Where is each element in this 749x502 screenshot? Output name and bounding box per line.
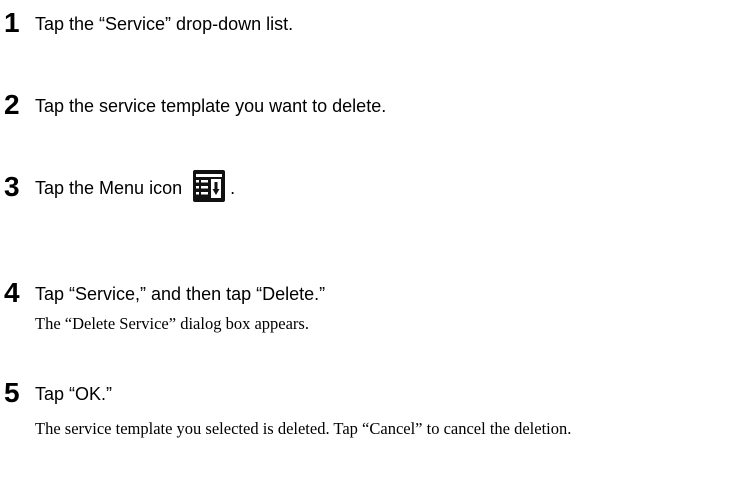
step-number: 3 bbox=[4, 171, 20, 202]
step-instruction-text: Tap the Menu icon bbox=[35, 178, 183, 198]
step-number: 1 bbox=[4, 7, 20, 38]
menu-icon bbox=[193, 170, 226, 203]
step-instruction: Tap “Service,” and then tap “Delete.” bbox=[35, 284, 326, 304]
step-instruction: Tap the Menu icon . bbox=[35, 170, 236, 203]
step-detail: The “Delete Service” dialog box appears. bbox=[35, 314, 309, 333]
step-number: 2 bbox=[4, 89, 20, 120]
step-instruction: Tap the “Service” drop-down list. bbox=[35, 14, 294, 34]
step-instruction-period: . bbox=[230, 178, 236, 198]
step-number: 4 bbox=[4, 277, 20, 308]
step-instruction: Tap “OK.” bbox=[35, 384, 113, 404]
step-number: 5 bbox=[4, 377, 20, 408]
step-detail: The service template you selected is del… bbox=[35, 419, 572, 438]
step-instruction: Tap the service template you want to del… bbox=[35, 96, 387, 116]
